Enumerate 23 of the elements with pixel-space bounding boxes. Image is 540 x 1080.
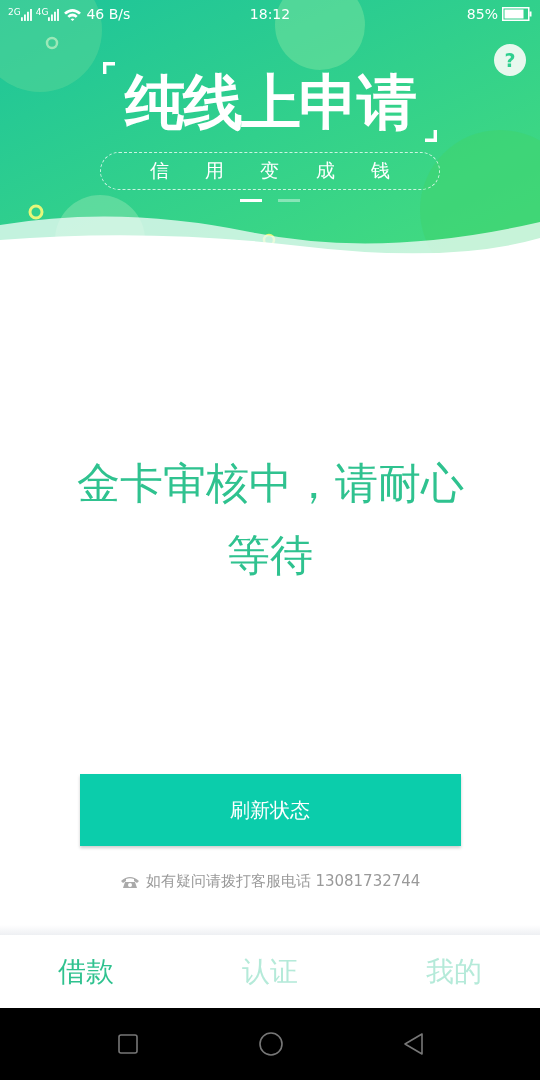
signal-icon xyxy=(20,7,32,21)
refresh-button[interactable]: 刷新状态 xyxy=(79,774,461,846)
tab[interactable]: 我的 xyxy=(426,952,482,991)
tab[interactable]: 认证 xyxy=(242,952,298,991)
hotline-text: 如有疑问请拨打客服电话 13081732744 xyxy=(145,872,421,891)
banner-title: 纯线上申请 xyxy=(125,66,415,139)
clock: 18:12 xyxy=(249,6,291,22)
battery-icon xyxy=(502,7,532,21)
network-label: 2G xyxy=(8,7,21,17)
recents-button[interactable] xyxy=(116,1032,140,1056)
banner-slogan: 信用变成钱 xyxy=(150,158,426,183)
status-message: 金卡审核中，请耐心等待 xyxy=(75,457,465,582)
phone-icon xyxy=(119,874,140,889)
home-button[interactable] xyxy=(259,1032,283,1056)
network-speed: 46 B/s xyxy=(86,6,131,22)
corner-bracket-icon xyxy=(103,62,115,74)
network-label: 4G xyxy=(35,7,49,17)
corner-bracket-icon xyxy=(425,130,437,142)
tab[interactable]: 借款 xyxy=(58,952,114,991)
wifi-icon xyxy=(63,6,83,22)
signal-icon xyxy=(48,7,60,21)
battery-percent: 85% xyxy=(466,6,498,22)
back-button[interactable] xyxy=(402,1032,426,1056)
